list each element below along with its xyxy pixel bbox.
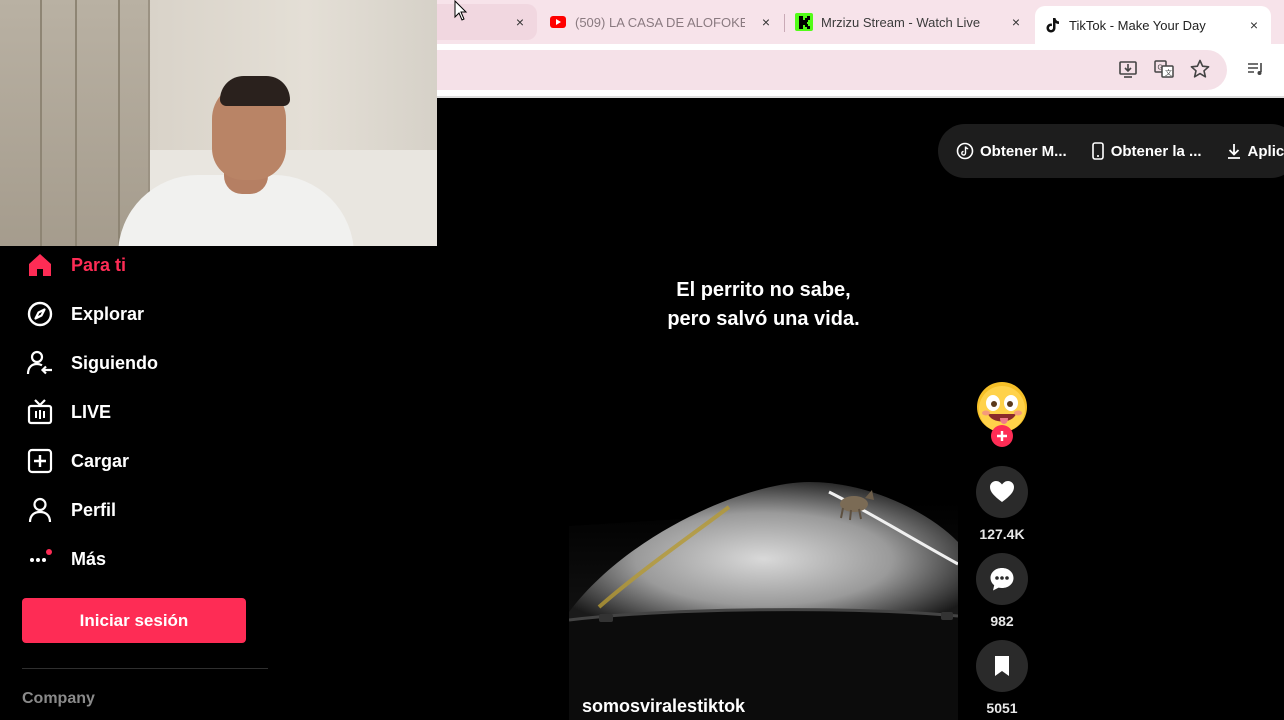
video-player[interactable]: El perrito no sabe, pero salvó una vida.: [569, 196, 958, 720]
phone-icon: [1091, 142, 1104, 160]
sidebar-item-siguiendo[interactable]: Siguiendo: [24, 347, 158, 379]
bookmark-icon: [995, 656, 1009, 676]
like-count: 127.4K: [979, 526, 1025, 542]
sidebar-divider: [22, 668, 268, 669]
omnibox[interactable]: [437, 50, 1227, 90]
get-app-button[interactable]: Obtener la ...: [1091, 142, 1202, 160]
sidebar-item-explorar[interactable]: Explorar: [24, 298, 144, 330]
svg-text:G: G: [1158, 65, 1163, 72]
company-link[interactable]: Company: [22, 690, 95, 708]
road-scene-image: [569, 482, 958, 720]
kick-icon: [795, 13, 813, 31]
sidebar-item-perfil[interactable]: Perfil: [24, 494, 116, 526]
follow-plus-icon[interactable]: [990, 424, 1014, 448]
tiktok-sidebar: Para ti Explorar Siguiendo LIVE Cargar P…: [0, 246, 268, 720]
svg-text:文: 文: [1165, 68, 1172, 77]
download-icon: [1227, 144, 1240, 159]
close-icon[interactable]: ×: [757, 13, 775, 31]
webcam-overlay: [0, 0, 437, 246]
tab-bar: × (509) LA CASA DE ALOFOKE × Mrzizu Stre…: [437, 0, 1284, 44]
tab-previous[interactable]: ×: [437, 4, 537, 40]
sidebar-item-label: Siguiendo: [71, 352, 158, 373]
comment-count: 982: [990, 613, 1014, 629]
sidebar-item-label: Más: [71, 548, 107, 569]
tab-tiktok[interactable]: TikTok - Make Your Day ×: [1035, 6, 1271, 44]
compass-icon: [27, 301, 53, 327]
get-coins-button[interactable]: Obtener M...: [956, 142, 1067, 160]
close-icon[interactable]: ×: [1245, 16, 1263, 34]
close-icon[interactable]: ×: [511, 13, 529, 31]
save-count: 5051: [986, 700, 1018, 716]
sidebar-item-label: Perfil: [71, 499, 117, 520]
bookmark-star-icon[interactable]: [1189, 58, 1211, 80]
tab-kick[interactable]: Mrzizu Stream - Watch Live ×: [795, 4, 1025, 40]
translate-icon[interactable]: G 文: [1153, 58, 1175, 80]
browser-chrome: × (509) LA CASA DE ALOFOKE × Mrzizu Stre…: [437, 0, 1284, 98]
sidebar-item-mas[interactable]: Más: [24, 543, 106, 575]
save-button[interactable]: [976, 640, 1028, 692]
heart-icon: [990, 481, 1014, 502]
pill-label: Obtener la ...: [1110, 142, 1202, 160]
caption-line: El perrito no sabe,: [676, 279, 851, 301]
top-action-pill: Obtener M... Obtener la ... Aplic: [938, 124, 1284, 178]
sidebar-item-live[interactable]: LIVE: [24, 396, 111, 428]
tab-label: Mrzizu Stream - Watch Live: [821, 14, 981, 30]
chrome-divider: [437, 96, 1284, 98]
close-icon[interactable]: ×: [1007, 13, 1025, 31]
address-bar-row: G 文: [437, 44, 1284, 96]
caption-line: pero salvó una vida.: [667, 308, 860, 330]
sidebar-item-label: LIVE: [71, 401, 112, 422]
desktop-app-button[interactable]: Aplic: [1226, 142, 1284, 160]
video-author[interactable]: somosviralestiktok: [582, 696, 745, 717]
mouse-cursor-icon: [454, 0, 468, 21]
like-button[interactable]: [976, 466, 1028, 518]
tiktok-coin-icon: [956, 142, 974, 160]
tiktok-icon: [1046, 18, 1059, 33]
sidebar-item-cargar[interactable]: Cargar: [24, 445, 129, 477]
comment-icon: [990, 568, 1014, 591]
sidebar-item-label: Explorar: [71, 303, 145, 324]
install-app-icon[interactable]: [1117, 58, 1139, 80]
pill-label: Obtener M...: [980, 142, 1067, 160]
sidebar-item-label: Cargar: [71, 450, 130, 471]
login-button[interactable]: Iniciar sesión: [22, 598, 246, 643]
pill-label: Aplic: [1247, 142, 1284, 160]
sidebar-item-label: Para ti: [71, 254, 127, 275]
sidebar-item-para-ti[interactable]: Para ti: [24, 249, 126, 281]
youtube-icon: [550, 16, 566, 28]
media-playlist-icon[interactable]: [1245, 58, 1267, 80]
upload-icon: [27, 448, 53, 474]
live-icon: [27, 399, 53, 425]
tab-youtube[interactable]: (509) LA CASA DE ALOFOKE ×: [549, 4, 775, 40]
following-icon: [26, 350, 52, 375]
more-icon: [30, 549, 52, 562]
video-caption: El perrito no sabe, pero salvó una vida.: [569, 276, 958, 334]
comment-button[interactable]: [976, 553, 1028, 605]
tab-label: (509) LA CASA DE ALOFOKE: [575, 14, 745, 30]
profile-icon: [28, 497, 52, 523]
home-icon: [29, 254, 51, 276]
tab-label: TikTok - Make Your Day: [1069, 17, 1206, 33]
